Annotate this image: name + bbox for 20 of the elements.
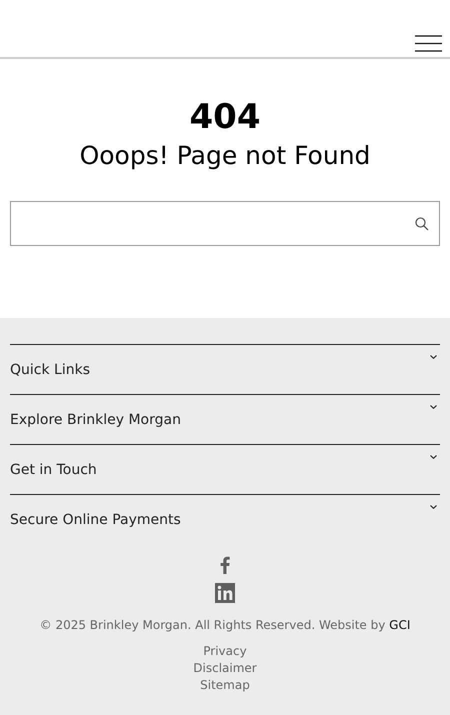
accordion-header[interactable]: Explore Brinkley Morgan xyxy=(10,394,440,444)
accordion-header[interactable]: Quick Links xyxy=(10,344,440,394)
facebook-icon[interactable] xyxy=(220,556,230,574)
chevron-icon xyxy=(430,355,437,359)
accordion-header[interactable]: Get in Touch xyxy=(10,444,440,494)
chevron-icon xyxy=(430,455,437,459)
copyright-text: © 2025 Brinkley Morgan. All Rights Reserved. Website by GCI xyxy=(38,617,412,634)
error-message: Ooops! Page not Found xyxy=(78,140,372,172)
linkedin-icon[interactable] xyxy=(215,583,235,603)
chevron-icon xyxy=(430,505,437,509)
search-icon[interactable] xyxy=(415,216,429,230)
error-code: 404 xyxy=(190,97,260,137)
footer-link[interactable]: Sitemap xyxy=(200,677,250,694)
chevron-icon xyxy=(430,405,437,409)
search-field[interactable] xyxy=(10,201,440,246)
credit-link[interactable]: GCI xyxy=(389,618,410,632)
menu-icon[interactable] xyxy=(415,35,442,52)
footer-link[interactable]: Privacy xyxy=(203,643,247,660)
accordion-header[interactable]: Secure Online Payments xyxy=(10,494,440,544)
footer-link[interactable]: Disclaimer xyxy=(193,660,257,677)
